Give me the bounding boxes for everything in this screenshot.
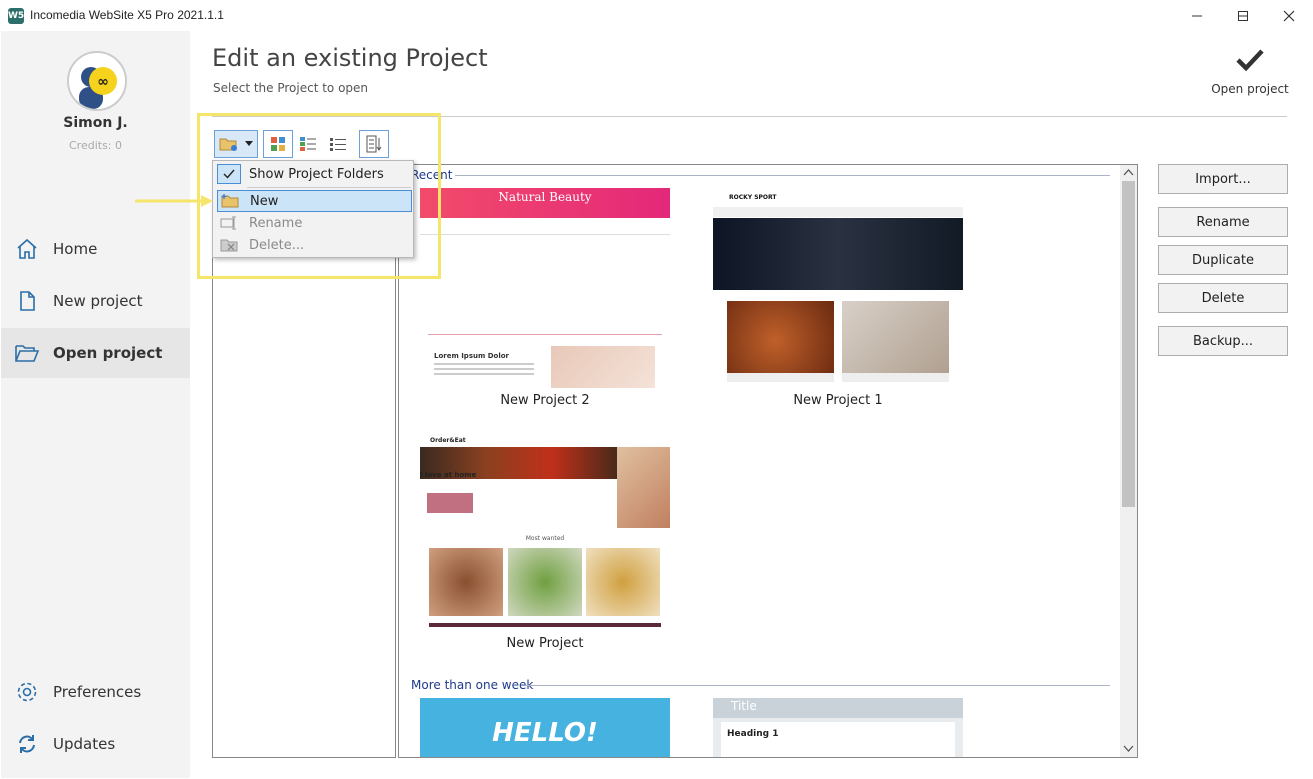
maximize-button[interactable] <box>1220 0 1266 31</box>
thumb-site-title: Order&Eat <box>430 437 466 444</box>
page-title: Edit an existing Project <box>212 44 488 72</box>
project-name[interactable]: New Project <box>420 636 670 651</box>
user-avatar-icon: ∞ <box>69 53 125 109</box>
minimize-icon <box>1192 15 1202 16</box>
home-icon <box>13 235 41 263</box>
annotation-highlight-box <box>197 113 441 279</box>
section-divider <box>455 175 1110 176</box>
rename-button[interactable]: Rename <box>1158 207 1288 237</box>
project-thumbnail[interactable]: Natural Beauty Lorem Ipsum Dolor <box>420 188 670 388</box>
project-thumbnail[interactable]: Title Heading 1 <box>713 698 963 757</box>
page-subtitle: Select the Project to open <box>213 81 369 95</box>
nav-new-project[interactable]: New project <box>1 276 190 326</box>
project-name[interactable]: New Project 1 <box>713 393 963 408</box>
nav-label: Open project <box>53 344 163 362</box>
nav-home[interactable]: Home <box>1 224 190 274</box>
thumb-tagline: I love at home <box>420 471 477 479</box>
annotation-arrow-icon <box>135 195 213 207</box>
thumb-heading: Heading 1 <box>727 729 779 739</box>
nav-open-project[interactable]: Open project <box>1 328 190 378</box>
chevron-down-icon[interactable] <box>1120 742 1137 756</box>
folder-open-icon <box>13 339 41 367</box>
nav-label: Updates <box>53 735 116 753</box>
nav-label: Preferences <box>53 683 142 701</box>
scrollbar-thumb[interactable] <box>1122 181 1135 507</box>
project-thumbnail[interactable]: HELLO! <box>420 698 670 757</box>
nav-label: New project <box>53 292 143 310</box>
minimize-button[interactable] <box>1174 0 1220 31</box>
gear-icon <box>13 678 41 706</box>
backup-button[interactable]: Backup... <box>1158 326 1288 356</box>
nav-label: Home <box>53 240 98 258</box>
window-title: Incomedia WebSite X5 Pro 2021.1.1 <box>30 8 224 22</box>
thumb-hello-text: HELLO! <box>492 718 598 748</box>
credits-label: Credits: 0 <box>68 139 122 152</box>
sidebar: ∞ Simon J. Credits: 0 Home New project O… <box>1 31 190 778</box>
document-icon <box>13 287 41 315</box>
refresh-icon <box>13 730 41 758</box>
project-name[interactable]: New Project 2 <box>420 393 670 408</box>
maximize-icon <box>1238 10 1248 21</box>
open-project-label: Open project <box>1211 82 1289 96</box>
thumb-heading: Lorem Ipsum Dolor <box>434 352 509 360</box>
chevron-up-icon[interactable] <box>1120 166 1137 180</box>
close-icon <box>1283 10 1295 21</box>
projects-pane[interactable]: Recent Natural Beauty Lorem Ipsum Dolor … <box>398 164 1138 758</box>
svg-text:∞: ∞ <box>97 74 109 90</box>
thumb-site-title: ROCKY SPORT <box>729 194 777 201</box>
app-logo-icon: W5 <box>8 8 24 24</box>
checkmark-icon <box>1236 49 1264 72</box>
open-project-button[interactable]: Open project <box>1205 48 1295 108</box>
thumb-site-title: Natural Beauty <box>498 190 592 204</box>
close-button[interactable] <box>1266 0 1312 31</box>
delete-button[interactable]: Delete <box>1158 283 1288 313</box>
thumb-title: Title <box>731 699 757 713</box>
project-thumbnail[interactable]: ROCKY SPORT <box>713 188 963 388</box>
duplicate-button[interactable]: Duplicate <box>1158 245 1288 275</box>
project-thumbnail[interactable]: Order&Eat I love at home Most wanted <box>420 433 670 633</box>
import-button[interactable]: Import... <box>1158 164 1288 194</box>
nav-updates[interactable]: Updates <box>1 719 190 769</box>
title-bar: W5 Incomedia WebSite X5 Pro 2021.1.1 <box>0 0 1313 31</box>
thumb-section: Most wanted <box>525 535 565 542</box>
user-name: Simon J. <box>63 115 128 131</box>
avatar[interactable]: ∞ <box>67 51 127 111</box>
projects-scrollbar[interactable] <box>1120 165 1137 757</box>
nav-preferences[interactable]: Preferences <box>1 667 190 717</box>
section-divider <box>525 685 1110 686</box>
section-older-label: More than one week <box>411 678 534 692</box>
